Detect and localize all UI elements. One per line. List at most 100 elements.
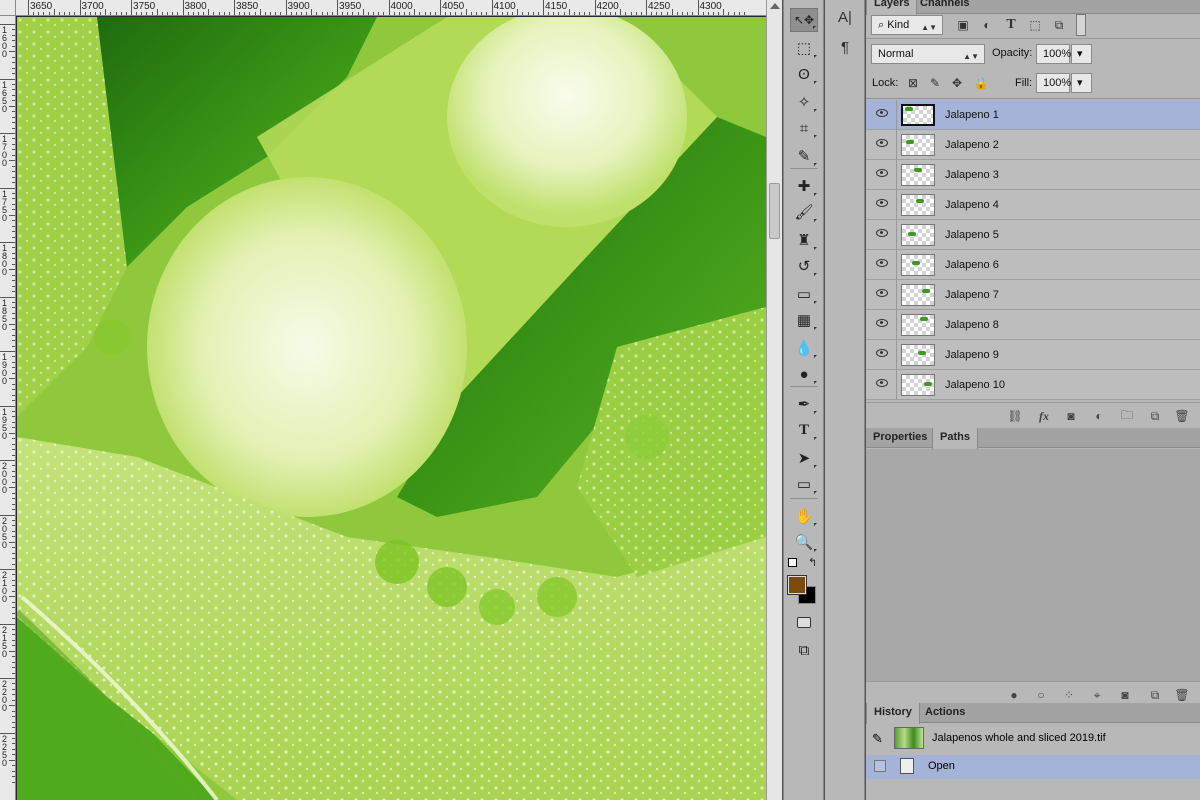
eyedropper-icon[interactable]: ✎ <box>790 144 818 168</box>
load-selection-icon[interactable]: ⁘ <box>1061 687 1077 703</box>
history-brush-icon[interactable]: ↺ <box>790 254 818 278</box>
history-snapshot-row[interactable]: ✎ Jalapenos whole and sliced 2019.tif <box>866 724 1200 754</box>
fill-input[interactable]: 100% <box>1036 73 1071 93</box>
gradient-icon[interactable]: ▦ <box>790 308 818 332</box>
brush-icon[interactable]: 🖌 <box>790 200 818 224</box>
clone-stamp-icon[interactable]: ♜ <box>790 228 818 252</box>
paragraph-panel-icon[interactable]: ¶ <box>833 36 857 58</box>
eye-visibility-icon[interactable] <box>876 139 888 147</box>
ruler-tick <box>12 367 15 369</box>
layer-row[interactable]: Jalapeno 8 <box>866 310 1200 340</box>
eye-visibility-icon[interactable] <box>876 229 888 237</box>
eye-visibility-icon[interactable] <box>876 349 888 357</box>
document-canvas-area[interactable]: 3650 3700 3750 3800 3850 3900 3950 4000 4050 4100… <box>0 0 766 800</box>
history-brush-source-icon[interactable]: ✎ <box>872 731 883 747</box>
scrollbar-thumb[interactable] <box>769 183 780 239</box>
trash-icon[interactable]: 🗑 <box>1174 687 1190 703</box>
tab-actions[interactable]: Actions <box>918 703 972 723</box>
eye-visibility-icon[interactable] <box>876 169 888 177</box>
make-work-path-icon[interactable]: ⌖ <box>1089 687 1105 703</box>
new-layer-icon[interactable]: ⧉ <box>1147 408 1163 424</box>
healing-brush-icon[interactable]: ✚ <box>790 174 818 198</box>
eye-visibility-icon[interactable] <box>876 319 888 327</box>
screen-mode-icon[interactable]: ⧉ <box>790 638 818 662</box>
eye-visibility-icon[interactable] <box>876 289 888 297</box>
hand-icon[interactable]: ✋ <box>790 504 818 528</box>
adjustment-layer-icon[interactable]: ◐ <box>1091 408 1107 424</box>
opacity-input[interactable]: 100% <box>1036 44 1071 64</box>
tab-history[interactable]: History <box>866 703 920 724</box>
type-icon[interactable]: T <box>790 418 818 442</box>
default-colors-icon[interactable] <box>788 558 797 567</box>
layer-row[interactable]: Jalapeno 5 <box>866 220 1200 250</box>
crop-icon[interactable]: ⌗ <box>790 116 818 140</box>
ruler-tick <box>12 192 15 194</box>
eraser-icon[interactable]: ▭ <box>790 282 818 306</box>
zoom-icon[interactable]: 🔍 <box>790 530 818 554</box>
paths-content-area[interactable] <box>866 449 1200 682</box>
layer-row[interactable]: Jalapeno 2 <box>866 130 1200 160</box>
ruler-horizontal[interactable]: 3650 3700 3750 3800 3850 3900 3950 4000 4050 4100… <box>16 0 766 16</box>
new-path-icon[interactable]: ⧉ <box>1147 687 1163 703</box>
lock-transparent-pixels-icon[interactable]: ⊠ <box>904 74 922 92</box>
filter-pixel-icon[interactable]: ▣ <box>954 16 972 34</box>
opacity-dropdown-button[interactable]: ▾ <box>1071 44 1092 64</box>
character-panel-icon[interactable]: A| <box>833 6 857 28</box>
filter-adjustment-icon[interactable]: ◐ <box>978 16 996 34</box>
blend-mode-select[interactable]: Normal ▲▼ <box>871 44 985 64</box>
eye-visibility-icon[interactable] <box>876 259 888 267</box>
tab-channels[interactable]: Channels <box>913 0 977 14</box>
stroke-path-icon[interactable]: ○ <box>1033 687 1049 703</box>
eye-visibility-icon[interactable] <box>876 109 888 117</box>
lock-position-icon[interactable]: ✥ <box>948 74 966 92</box>
layer-row[interactable]: Jalapeno 1 <box>866 100 1200 130</box>
layer-row[interactable]: Jalapeno 7 <box>866 280 1200 310</box>
tab-properties[interactable]: Properties <box>866 428 934 448</box>
layer-row[interactable]: Jalapeno 3 <box>866 160 1200 190</box>
layer-row[interactable]: Jalapeno 9 <box>866 340 1200 370</box>
group-folder-icon[interactable]: 🗀 <box>1119 408 1135 424</box>
marquee-icon[interactable]: ⬚ <box>790 36 818 60</box>
canvas-vertical-scrollbar[interactable] <box>766 0 782 800</box>
link-layers-icon[interactable]: ⛓ <box>1007 408 1023 424</box>
filter-toggle-switch[interactable] <box>1076 14 1086 36</box>
swap-colors-icon[interactable]: ↰ <box>808 556 817 569</box>
layer-row[interactable]: Jalapeno 6 <box>866 250 1200 280</box>
history-state-checkbox[interactable] <box>874 760 886 772</box>
add-mask-icon[interactable]: ◙ <box>1117 687 1133 703</box>
filter-shape-icon[interactable]: ⬚ <box>1026 16 1044 34</box>
pen-icon[interactable]: ✒ <box>790 392 818 416</box>
rectangle-shape-icon[interactable]: ▭ <box>790 472 818 496</box>
move-icon[interactable]: ↖✥ <box>790 8 818 32</box>
path-select-icon[interactable]: ➤ <box>790 446 818 470</box>
lasso-icon[interactable]: ʘ <box>790 62 818 86</box>
document-image[interactable] <box>17 17 766 800</box>
quick-select-icon[interactable]: ✧ <box>790 90 818 114</box>
trash-icon[interactable]: 🗑 <box>1174 408 1190 424</box>
dodge-icon[interactable]: ● <box>790 362 818 386</box>
blur-icon[interactable]: 💧 <box>790 336 818 360</box>
ruler-tick <box>388 0 390 15</box>
ruler-origin[interactable] <box>0 0 16 16</box>
ruler-tick <box>316 12 318 15</box>
tab-paths[interactable]: Paths <box>932 428 978 449</box>
layer-row[interactable]: Jalapeno 10 <box>866 370 1200 400</box>
lock-image-pixels-icon[interactable]: ✎ <box>926 74 944 92</box>
fill-path-icon[interactable]: ● <box>1006 687 1022 703</box>
foreground-color-swatch[interactable] <box>787 575 807 595</box>
scroll-up-arrow-icon[interactable] <box>770 3 780 9</box>
add-mask-icon[interactable]: ◙ <box>1063 408 1079 424</box>
filter-smart-object-icon[interactable]: ⧉ <box>1050 16 1068 34</box>
ruler-vertical[interactable]: 1600 1650 1700 1750 1800 1850 1900 1950 2000 2050… <box>0 0 16 800</box>
tab-layers[interactable]: Layers <box>866 0 918 15</box>
layer-filter-kind-select[interactable]: ⌕ Kind ▲▼ <box>871 15 943 35</box>
filter-type-icon[interactable]: T <box>1002 16 1020 34</box>
fill-dropdown-button[interactable]: ▾ <box>1071 73 1092 93</box>
fx-icon[interactable]: fx <box>1036 408 1052 424</box>
eye-visibility-icon[interactable] <box>876 379 888 387</box>
lock-all-icon[interactable]: 🔒 <box>972 74 990 92</box>
history-state-row[interactable]: Open <box>866 755 1200 779</box>
quick-mask-icon[interactable] <box>790 610 818 634</box>
eye-visibility-icon[interactable] <box>876 199 888 207</box>
layer-row[interactable]: Jalapeno 4 <box>866 190 1200 220</box>
